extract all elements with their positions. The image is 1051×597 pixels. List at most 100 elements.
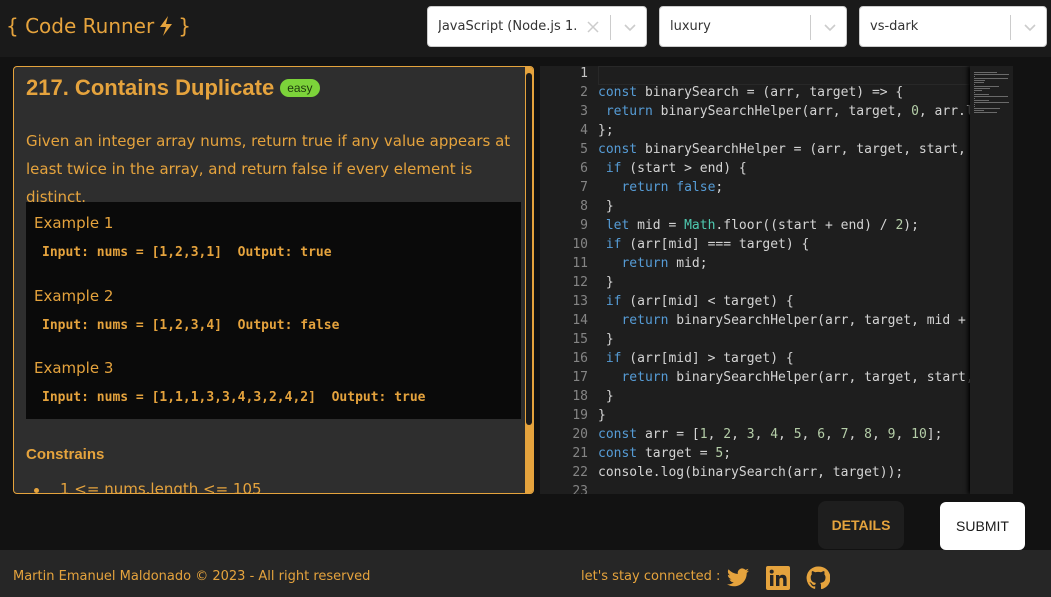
submit-button[interactable]: SUBMIT — [940, 502, 1025, 550]
line-number: 5 — [580, 142, 588, 157]
app-logo: { Code Runner} — [6, 14, 191, 38]
minimap-line — [974, 108, 1000, 109]
problem-description: Given an integer array nums, return true… — [26, 132, 511, 206]
code-line: return mid; — [621, 256, 708, 271]
code-line: } — [598, 408, 606, 423]
line-number: 10 — [572, 237, 588, 252]
chevron-down-icon[interactable] — [1022, 19, 1038, 35]
line-number: 13 — [572, 294, 588, 309]
linkedin-icon[interactable] — [766, 566, 790, 590]
code-line: console.log(binarySearch(arr, target)); — [598, 465, 904, 480]
line-number: 18 — [572, 389, 588, 404]
code-line: return binarySearchHelper(arr, target, 0… — [605, 104, 970, 119]
code-line: const arr = [1, 2, 3, 4, 5, 6, 7, 8, 9, … — [598, 427, 943, 442]
line-number: 16 — [572, 351, 588, 366]
code-line: if (start > end) { — [605, 161, 747, 176]
minimap[interactable] — [970, 66, 1013, 494]
theme-select[interactable]: luxury — [659, 6, 847, 47]
examples-box: Example 1 Input: nums = [1,2,3,1] Output… — [26, 202, 521, 419]
code-line: } — [598, 389, 614, 404]
minimap-line — [974, 100, 989, 101]
code-area[interactable]: const binarySearch = (arr, target) => { … — [598, 66, 970, 494]
editor-theme-select[interactable]: vs-dark — [859, 6, 1047, 47]
line-number: 20 — [572, 427, 588, 442]
panel-scrollbar[interactable] — [525, 67, 533, 493]
code-line: const binarySearchHelper = (arr, target,… — [598, 142, 966, 157]
code-line: } — [598, 332, 614, 347]
minimap-line — [974, 106, 975, 107]
code-editor[interactable]: 1 2 3 4 5 6 7 8 9 10 11 12 13 14 15 16 17 18 19 20 21 22 23 co… — [540, 66, 1013, 494]
minimap-line — [974, 96, 1008, 97]
chevron-down-icon[interactable] — [822, 19, 838, 35]
code-line: let mid = Math.floor((start + end) / 2); — [605, 218, 919, 233]
lightning-icon — [160, 16, 173, 36]
example-body: Input: nums = [1,1,1,3,3,4,3,2,4,2] Outp… — [42, 390, 426, 405]
minimap-line — [974, 112, 997, 113]
twitter-icon[interactable] — [726, 566, 750, 590]
line-number: 8 — [580, 199, 588, 214]
line-number: 21 — [572, 446, 588, 461]
clear-icon[interactable] — [585, 19, 601, 35]
code-line: } — [598, 275, 614, 290]
line-number: 2 — [580, 85, 588, 100]
line-number: 12 — [572, 275, 588, 290]
code-line: if (arr[mid] > target) { — [605, 351, 794, 366]
minimap-line — [974, 110, 984, 111]
example-title: Example 3 — [34, 359, 114, 377]
language-select[interactable]: JavaScript (Node.js 1... — [427, 6, 647, 47]
line-number: 6 — [580, 161, 588, 176]
problem-title: 217. Contains Duplicate — [26, 75, 275, 100]
code-line: const binarySearch = (arr, target) => { — [598, 85, 904, 100]
code-line: return binarySearchHelper(arr, target, m… — [621, 313, 970, 328]
line-number: 15 — [572, 332, 588, 347]
scrollbar-thumb[interactable] — [526, 73, 532, 425]
logo-close-brace: } — [178, 14, 191, 38]
example-title: Example 1 — [34, 214, 114, 232]
line-number: 14 — [572, 313, 588, 328]
top-bar: { Code Runner} JavaScript (Node.js 1... … — [0, 0, 1051, 57]
line-number: 3 — [580, 104, 588, 119]
minimap-line — [974, 78, 1008, 79]
line-number: 11 — [572, 256, 588, 271]
code-line: }; — [598, 123, 614, 138]
code-line: return binarySearchHelper(arr, target, s… — [621, 370, 970, 385]
minimap-line — [974, 98, 975, 99]
select-separator — [610, 15, 611, 40]
select-separator — [810, 15, 811, 40]
minimap-line — [974, 80, 985, 81]
line-number: 23 — [572, 484, 588, 494]
chevron-down-icon[interactable] — [622, 19, 638, 35]
line-number: 19 — [572, 408, 588, 423]
example-body: Input: nums = [1,2,3,4] Output: false — [42, 318, 340, 333]
example-body: Input: nums = [1,2,3,1] Output: true — [42, 245, 332, 260]
problem-title-row: 217. Contains Duplicate easy — [26, 75, 320, 101]
example-title: Example 2 — [34, 287, 114, 305]
line-number: 7 — [580, 180, 588, 195]
code-line: if (arr[mid] === target) { — [605, 237, 810, 252]
constraint-text: 1 <= nums.length <= 105 — [60, 480, 262, 494]
code-line: const target = 5; — [598, 446, 732, 461]
select-separator — [1010, 15, 1011, 40]
line-number: 1 — [580, 66, 588, 81]
minimap-line — [974, 76, 975, 77]
problem-panel[interactable]: 217. Contains Duplicate easy Given an int… — [13, 66, 534, 494]
minimap-line — [974, 90, 982, 91]
line-number: 4 — [580, 123, 588, 138]
copyright-text: Martin Emanuel Maldonado © 2023 - All ri… — [13, 569, 371, 584]
minimap-line — [974, 94, 989, 95]
minimap-line — [974, 104, 975, 105]
constraint-item: 1 <= nums.length <= 105 — [34, 480, 262, 494]
minimap-line — [974, 86, 999, 87]
language-select-value: JavaScript (Node.js 1... — [438, 19, 578, 34]
line-number: 9 — [580, 218, 588, 233]
constraints-heading: Constrains — [26, 446, 105, 463]
footer: Martin Emanuel Maldonado © 2023 - All ri… — [0, 550, 1051, 597]
github-icon[interactable] — [806, 566, 830, 590]
connect-text: let's stay connected : — [581, 569, 721, 584]
editor-theme-select-value: vs-dark — [870, 19, 919, 34]
code-line: if (arr[mid] < target) { — [605, 294, 794, 309]
details-button[interactable]: DETAILS — [818, 501, 904, 549]
minimap-line — [974, 84, 975, 85]
theme-select-value: luxury — [670, 19, 711, 34]
difficulty-badge: easy — [280, 79, 320, 97]
